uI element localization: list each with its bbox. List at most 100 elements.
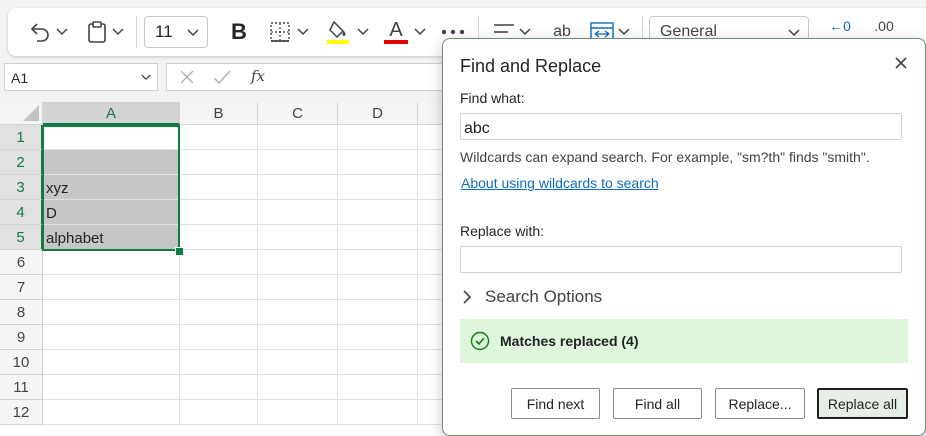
cell-b10[interactable] <box>180 350 258 375</box>
row-header-8[interactable]: 8 <box>0 300 43 325</box>
cell-b8[interactable] <box>180 300 258 325</box>
select-all-icon <box>23 105 39 121</box>
row-header-11[interactable]: 11 <box>0 375 43 400</box>
cell-b12[interactable] <box>180 400 258 425</box>
font-size-select[interactable]: 11 <box>144 16 208 48</box>
cell-c8[interactable] <box>258 300 338 325</box>
cell-d8[interactable] <box>338 300 418 325</box>
cell-a6[interactable] <box>43 250 180 275</box>
chevron-down-icon <box>297 28 309 36</box>
cell-d1[interactable] <box>338 125 418 150</box>
column-header-d[interactable]: D <box>338 102 418 125</box>
search-options-toggle[interactable]: Search Options <box>463 287 602 307</box>
row-header-4[interactable]: 4 <box>0 200 43 225</box>
row-header-2[interactable]: 2 <box>0 150 43 175</box>
borders-icon <box>270 22 290 42</box>
cell-b2[interactable] <box>180 150 258 175</box>
cell-a5[interactable]: alphabet <box>43 225 180 250</box>
cell-d12[interactable] <box>338 400 418 425</box>
paste-button[interactable] <box>80 18 130 46</box>
chevron-down-icon <box>788 29 800 37</box>
cell-b4[interactable] <box>180 200 258 225</box>
status-message: Matches replaced (4) <box>500 333 639 349</box>
cell-b11[interactable] <box>180 375 258 400</box>
column-header-c[interactable]: C <box>258 102 338 125</box>
cancel-icon[interactable] <box>179 69 195 85</box>
more-icon <box>441 29 465 35</box>
find-all-button[interactable]: Find all <box>613 388 702 419</box>
fill-color-button[interactable] <box>322 18 372 46</box>
cell-c2[interactable] <box>258 150 338 175</box>
cell-a9[interactable] <box>43 325 180 350</box>
cell-b6[interactable] <box>180 250 258 275</box>
name-box-value: A1 <box>11 70 29 86</box>
cell-d6[interactable] <box>338 250 418 275</box>
column-header-a[interactable]: A <box>43 102 180 125</box>
cell-d11[interactable] <box>338 375 418 400</box>
cell-c3[interactable] <box>258 175 338 200</box>
font-color-icon: A <box>384 20 408 44</box>
row-header-5[interactable]: 5 <box>0 225 43 250</box>
fill-handle[interactable] <box>175 247 184 256</box>
cell-b5[interactable] <box>180 225 258 250</box>
cell-a8[interactable] <box>43 300 180 325</box>
font-color-button[interactable]: A <box>380 18 430 46</box>
row-header-9[interactable]: 9 <box>0 325 43 350</box>
fill-color-icon <box>327 20 349 44</box>
row-header-1[interactable]: 1 <box>0 125 43 150</box>
replace-label: Replace with: <box>460 223 545 239</box>
undo-button[interactable] <box>24 18 72 46</box>
cell-c12[interactable] <box>258 400 338 425</box>
cell-c5[interactable] <box>258 225 338 250</box>
cell-a10[interactable] <box>43 350 180 375</box>
cell-c10[interactable] <box>258 350 338 375</box>
borders-button[interactable] <box>264 18 314 46</box>
cell-b3[interactable] <box>180 175 258 200</box>
cell-c7[interactable] <box>258 275 338 300</box>
replace-all-button[interactable]: Replace all <box>817 388 908 419</box>
cell-d10[interactable] <box>338 350 418 375</box>
wildcards-help-link[interactable]: About using wildcards to search <box>461 175 659 191</box>
find-input[interactable] <box>460 113 902 140</box>
cell-c9[interactable] <box>258 325 338 350</box>
replace-input[interactable] <box>460 246 902 273</box>
cell-a7[interactable] <box>43 275 180 300</box>
cell-b9[interactable] <box>180 325 258 350</box>
cell-d4[interactable] <box>338 200 418 225</box>
column-header-b[interactable]: B <box>180 102 258 125</box>
row-header-10[interactable]: 10 <box>0 350 43 375</box>
cell-c6[interactable] <box>258 250 338 275</box>
cell-d9[interactable] <box>338 325 418 350</box>
cell-d2[interactable] <box>338 150 418 175</box>
cell-d7[interactable] <box>338 275 418 300</box>
formula-bar: fx <box>166 63 448 91</box>
cell-a2[interactable] <box>43 150 180 175</box>
cell-a4[interactable]: D <box>43 200 180 225</box>
cell-a11[interactable] <box>43 375 180 400</box>
row-header-7[interactable]: 7 <box>0 275 43 300</box>
cell-b7[interactable] <box>180 275 258 300</box>
row-header-12[interactable]: 12 <box>0 400 43 425</box>
cell-a3[interactable]: xyz <box>43 175 180 200</box>
cell-b1[interactable] <box>180 125 258 150</box>
name-box[interactable]: A1 <box>4 63 158 91</box>
row-header-3[interactable]: 3 <box>0 175 43 200</box>
cell-a12[interactable] <box>43 400 180 425</box>
cell-d5[interactable] <box>338 225 418 250</box>
search-options-label: Search Options <box>485 287 603 306</box>
chevron-down-icon <box>112 28 124 36</box>
find-next-button[interactable]: Find next <box>511 388 600 419</box>
close-button[interactable] <box>891 53 911 73</box>
select-all-corner[interactable] <box>0 102 43 125</box>
cell-a1[interactable] <box>43 125 180 150</box>
cell-c11[interactable] <box>258 375 338 400</box>
bold-button[interactable]: B <box>224 18 254 46</box>
insert-function-button[interactable]: fx <box>251 67 265 85</box>
cell-d3[interactable] <box>338 175 418 200</box>
enter-icon[interactable] <box>213 69 231 85</box>
cell-c4[interactable] <box>258 200 338 225</box>
cell-c1[interactable] <box>258 125 338 150</box>
row-header-6[interactable]: 6 <box>0 250 43 275</box>
decrease-decimal-label: .00 <box>874 18 894 34</box>
replace-button[interactable]: Replace... <box>715 388 805 419</box>
